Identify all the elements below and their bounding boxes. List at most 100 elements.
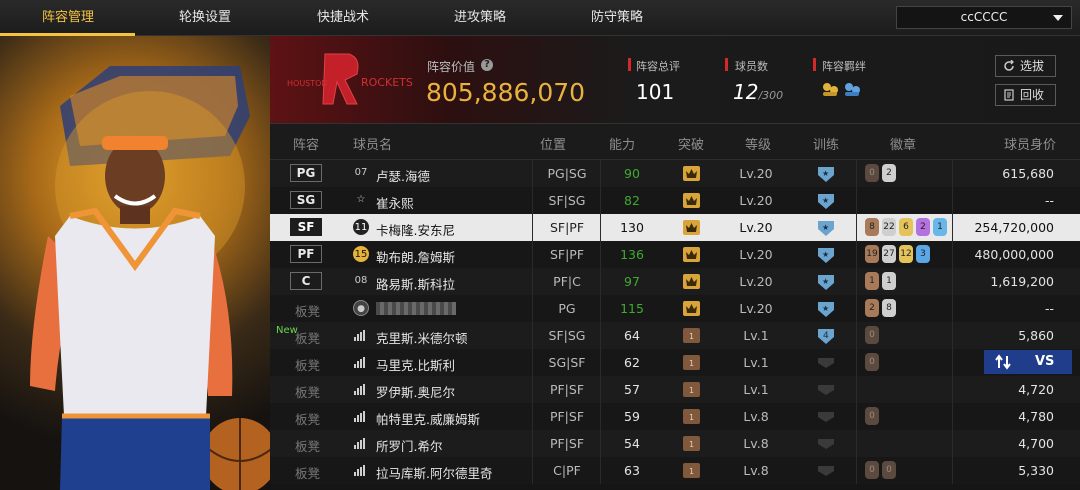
position-text: SF|SG [548, 328, 586, 343]
player-name[interactable]: 卡梅隆.安东尼 [376, 220, 455, 239]
star-icon: ☆ [356, 194, 366, 205]
breakthrough-icon[interactable] [683, 220, 700, 235]
bond-blue-icon[interactable] [842, 81, 862, 97]
table-row[interactable]: 板凳 帕特里克.威廉姆斯 PF|SF 59 1 Lv.8 0 4,780 [270, 403, 1080, 430]
table-row[interactable]: 板凳 New 克里斯.米德尔顿 SF|SG 64 1 Lv.1 4 0 5,860 [270, 322, 1080, 349]
breakthrough-icon[interactable] [683, 301, 700, 316]
training-shield-icon[interactable] [816, 408, 836, 425]
table-row[interactable]: PG 07 卢瑟.海德 PG|SG 90 Lv.20 ★ 0 2 615,680 [270, 160, 1080, 187]
training-shield-icon[interactable] [816, 435, 836, 452]
training-shield-icon[interactable] [816, 381, 836, 398]
badge-chip[interactable]: 1 [865, 272, 879, 290]
column-divider [532, 241, 533, 268]
badge-chip[interactable]: 0 [882, 461, 896, 479]
bond-gold-icon[interactable] [820, 81, 840, 97]
player-name[interactable]: 勒布朗.詹姆斯 [376, 247, 455, 266]
badge-chip[interactable]: 1 [882, 272, 896, 290]
player-name[interactable]: 拉马库斯.阿尔德里奇 [376, 463, 492, 482]
pick-button[interactable]: 选拔 [995, 55, 1056, 77]
jersey-number: 11 [353, 219, 369, 235]
table-row[interactable]: 板凳 所罗门.希尔 PF|SF 54 1 Lv.8 4,700 [270, 430, 1080, 457]
training-shield-icon[interactable]: ★ [816, 219, 836, 236]
table-row[interactable]: PF 15 勒布朗.詹姆斯 SF|PF 136 Lv.20 ★ 19 27 12 3 480,000,… [270, 241, 1080, 268]
player-name[interactable]: 帕特里克.威廉姆斯 [376, 409, 480, 428]
breakthrough-icon[interactable] [683, 247, 700, 262]
breakthrough-icon[interactable] [683, 166, 700, 181]
badge-chip[interactable]: 12 [899, 245, 913, 263]
badge-chip[interactable]: 0 [865, 353, 879, 371]
training-shield-icon[interactable]: ★ [816, 246, 836, 263]
player-value: 615,680 [1002, 166, 1054, 181]
player-value: 254,720,000 [974, 220, 1054, 235]
breakthrough-icon[interactable]: 1 [683, 436, 700, 451]
player-name[interactable]: 卢瑟.海德 [376, 166, 430, 185]
badge-chip[interactable]: 27 [882, 245, 896, 263]
player-name[interactable]: 马里克.比斯利 [376, 355, 455, 374]
training-shield-icon[interactable] [816, 354, 836, 371]
tab-offense-strategy[interactable]: 进攻策略 [454, 0, 506, 36]
badge-chip[interactable]: 0 [865, 461, 879, 479]
breakthrough-icon[interactable]: 1 [683, 328, 700, 343]
training-shield-icon[interactable]: ★ [816, 273, 836, 290]
badge-chip[interactable]: 2 [882, 164, 896, 182]
column-divider [856, 349, 857, 376]
training-shield-icon[interactable] [816, 462, 836, 479]
badge-chip[interactable]: 19 [865, 245, 879, 263]
player-name[interactable]: 所罗门.希尔 [376, 436, 442, 455]
tab-lineup-management[interactable]: 阵容管理 [42, 0, 94, 36]
table-row[interactable]: 板凳 ● PG 115 Lv.20 ★ 2 8 -- [270, 295, 1080, 322]
training-shield-icon[interactable]: ★ [816, 192, 836, 209]
table-row[interactable]: SG ☆ 崔永熙 SF|SG 82 Lv.20 ★ -- [270, 187, 1080, 214]
header-player-name: 球员名 [353, 138, 393, 153]
player-name[interactable]: 崔永熙 [376, 193, 414, 212]
breakthrough-icon[interactable] [683, 274, 700, 289]
level-text: Lv.8 [743, 436, 769, 451]
breakthrough-icon[interactable] [683, 193, 700, 208]
tab-quick-tactics[interactable]: 快捷战术 [317, 0, 369, 36]
badge-chip[interactable]: 3 [916, 245, 930, 263]
tab-rotation-settings[interactable]: 轮换设置 [179, 0, 231, 36]
signal-icon [354, 384, 366, 395]
training-shield-icon[interactable]: ★ [816, 165, 836, 182]
table-row[interactable]: 板凳 拉马库斯.阿尔德里奇 C|PF 63 1 Lv.8 0 0 5,330 [270, 457, 1080, 484]
table-row[interactable]: 板凳 罗伊斯.奥尼尔 PF|SF 57 1 Lv.1 4,720 [270, 376, 1080, 403]
badge-chip[interactable]: 0 [865, 407, 879, 425]
recycle-button[interactable]: 回收 [995, 84, 1056, 106]
breakthrough-icon[interactable]: 1 [683, 409, 700, 424]
ability-value: 62 [624, 355, 640, 370]
ability-value: 54 [624, 436, 640, 451]
column-divider [856, 430, 857, 457]
player-name[interactable]: 路易斯.斯科拉 [376, 274, 455, 293]
table-row[interactable]: C 08 路易斯.斯科拉 PF|C 97 Lv.20 ★ 1 1 1,619,200 [270, 268, 1080, 295]
badge-chip[interactable]: 2 [865, 299, 879, 317]
badge-chip[interactable]: 0 [865, 164, 879, 182]
swap-vs-button[interactable]: VS [984, 350, 1072, 374]
help-icon[interactable]: ? [481, 59, 493, 71]
player-name[interactable]: 罗伊斯.奥尼尔 [376, 382, 455, 401]
badge-chip[interactable]: 8 [882, 299, 896, 317]
breakthrough-icon[interactable]: 1 [683, 463, 700, 478]
level-text: Lv.1 [743, 328, 769, 343]
badge-chip[interactable]: 6 [899, 218, 913, 236]
badge-chip[interactable]: 0 [865, 326, 879, 344]
badge-chip[interactable]: 8 [865, 218, 879, 236]
table-row[interactable]: SF 11 卡梅隆.安东尼 SF|PF 130 Lv.20 ★ 8 22 6 2 1 254,720,0… [270, 214, 1080, 241]
training-shield-icon[interactable]: ★ [816, 300, 836, 317]
player-name[interactable]: 克里斯.米德尔顿 [376, 328, 467, 347]
count-marker [725, 58, 728, 71]
tab-defense-strategy[interactable]: 防守策略 [591, 0, 643, 36]
bench-label: 板凳 [295, 331, 321, 346]
badge-chip[interactable]: 22 [882, 218, 896, 236]
badge-chip[interactable]: 1 [933, 218, 947, 236]
training-shield-icon[interactable]: 4 [816, 327, 836, 344]
level-text: Lv.20 [739, 166, 773, 181]
user-dropdown[interactable]: ccCCCC [896, 6, 1072, 29]
table-row[interactable]: 板凳马里克.比斯利SG|SF621Lv.105 [270, 349, 1080, 376]
header-level: 等级 [745, 138, 772, 153]
badge-chip[interactable]: 2 [916, 218, 930, 236]
new-tag: New [276, 325, 298, 336]
column-divider [532, 457, 533, 484]
ability-value: 63 [624, 463, 640, 478]
breakthrough-icon[interactable]: 1 [683, 382, 700, 397]
breakthrough-icon[interactable]: 1 [683, 355, 700, 370]
